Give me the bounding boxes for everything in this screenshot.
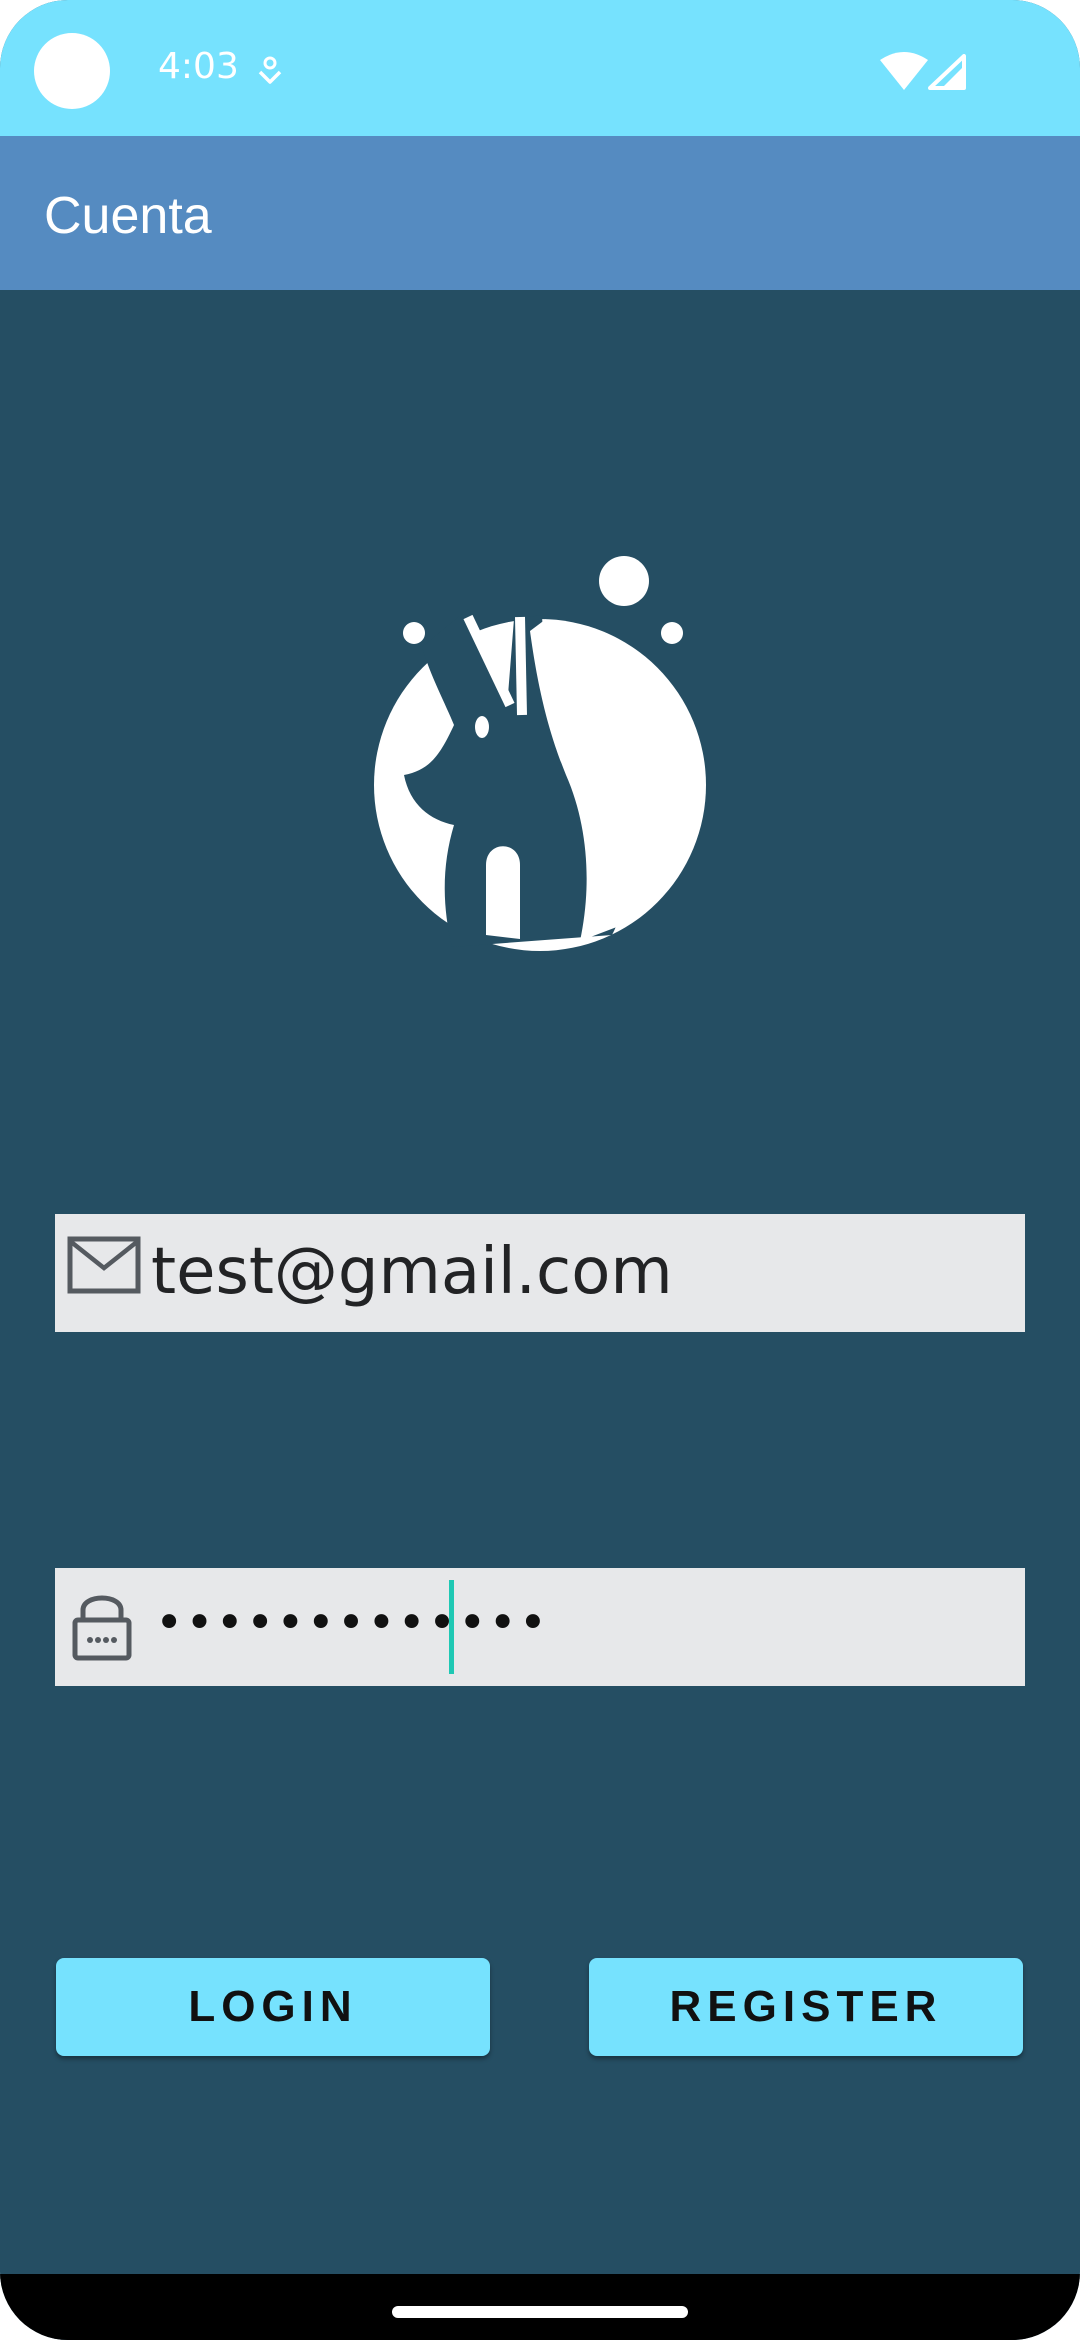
home-gesture-handle[interactable] — [392, 2306, 688, 2318]
download-indicator-icon — [256, 56, 284, 92]
lock-icon — [67, 1590, 137, 1666]
status-time: 4:03 — [158, 46, 239, 87]
email-field[interactable]: test@gmail.com — [55, 1214, 1025, 1332]
app-bar: Cuenta — [0, 136, 1080, 290]
login-button[interactable]: LOGIN — [56, 1958, 490, 2056]
email-value: test@gmail.com — [151, 1235, 673, 1309]
password-field[interactable]: ••••••••••••• — [55, 1568, 1025, 1686]
app-title: Cuenta — [44, 187, 212, 245]
status-bar: 4:03 — [0, 0, 1080, 136]
cell-signal-icon — [928, 54, 966, 94]
camera-dot — [34, 33, 110, 109]
password-value: ••••••••••••• — [155, 1595, 550, 1651]
phone-screen: 4:03 Cuenta test@gmail.com •••••••••••••… — [0, 0, 1080, 2340]
text-cursor — [449, 1580, 454, 1674]
mail-icon — [67, 1236, 141, 1298]
dog-logo-icon — [370, 555, 710, 959]
navigation-bar — [0, 2274, 1080, 2340]
register-button[interactable]: REGISTER — [589, 1958, 1023, 2056]
wifi-icon — [880, 52, 928, 94]
